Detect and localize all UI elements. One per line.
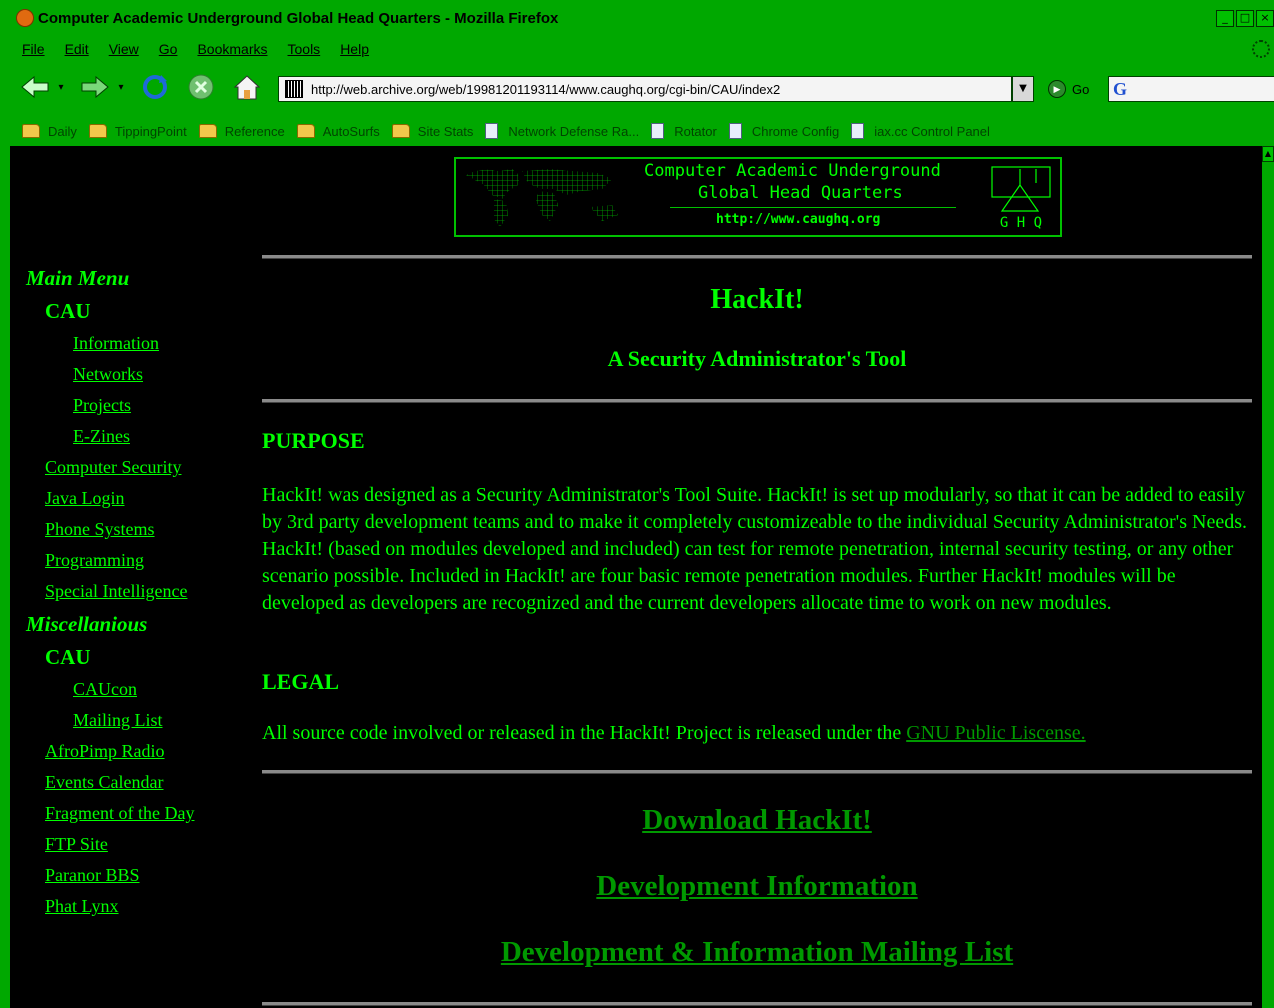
folder-icon [198, 124, 217, 138]
banner-line2: Global Head Quarters [698, 183, 903, 203]
banner-line1: Computer Academic Underground [644, 161, 941, 181]
menu-bookmarks[interactable]: Bookmarks [197, 41, 267, 57]
nav-heading-miscellanious: Miscellanious [26, 612, 148, 636]
nav-link-ezines[interactable]: E-Zines [73, 426, 130, 447]
menu-bar: File Edit View Go Bookmarks Tools Help [0, 36, 1274, 62]
bookmark-network-defense[interactable]: Network Defense Ra... [485, 123, 639, 139]
gnu-license-link[interactable]: GNU Public Liscense. [906, 722, 1085, 744]
back-dropdown-icon[interactable]: ▾ [54, 74, 68, 100]
bookmark-autosurfs[interactable]: AutoSurfs [296, 124, 380, 139]
bookmark-chrome-config[interactable]: Chrome Config [728, 123, 839, 139]
nav-link-mailing-list[interactable]: Mailing List [73, 710, 163, 731]
menu-help[interactable]: Help [340, 41, 369, 57]
folder-icon [88, 124, 107, 138]
divider [262, 255, 1252, 259]
url-input[interactable] [311, 81, 1001, 97]
maximize-button[interactable]: □ [1236, 10, 1254, 27]
ghq-logo-icon: G H Q [991, 166, 1051, 229]
nav-link-programming[interactable]: Programming [45, 550, 144, 571]
download-hackit-link[interactable]: Download HackIt! [642, 804, 872, 836]
vertical-scrollbar[interactable]: ▲ [1262, 146, 1274, 1008]
nav-link-phat-lynx[interactable]: Phat Lynx [45, 896, 119, 917]
go-button[interactable]: ▶ Go [1048, 80, 1089, 98]
go-arrow-icon: ▶ [1048, 80, 1066, 98]
nav-link-java-login[interactable]: Java Login [45, 488, 124, 509]
menu-edit[interactable]: Edit [65, 41, 89, 57]
purpose-heading: PURPOSE [262, 428, 365, 453]
page-icon [485, 123, 499, 139]
nav-link-paranor-bbs[interactable]: Paranor BBS [45, 865, 140, 886]
nav-link-phone-systems[interactable]: Phone Systems [45, 519, 155, 540]
search-box[interactable]: G [1108, 76, 1274, 102]
divider [262, 399, 1252, 403]
nav-subheading-cau: CAU [45, 299, 91, 323]
home-icon[interactable] [232, 74, 262, 100]
minimize-button[interactable]: _ [1216, 10, 1234, 27]
back-arrow-icon[interactable] [20, 74, 50, 100]
menu-go[interactable]: Go [159, 41, 178, 57]
nav-subheading-cau-2: CAU [45, 645, 91, 669]
nav-link-afropimp-radio[interactable]: AfroPimp Radio [45, 741, 165, 762]
nav-link-projects[interactable]: Projects [73, 395, 131, 416]
legal-text: All source code involved or released in … [262, 722, 1086, 744]
bookmark-daily[interactable]: Daily [22, 124, 77, 139]
title-bar: Computer Academic Underground Global Hea… [0, 0, 1274, 36]
go-label: Go [1072, 81, 1090, 97]
window-controls: _ □ × [1216, 10, 1274, 27]
site-banner: Computer Academic Underground Global Hea… [454, 157, 1062, 237]
divider [262, 1002, 1252, 1006]
page-icon [851, 123, 865, 139]
page-title: HackIt! [710, 284, 804, 315]
site-favicon-icon [285, 80, 303, 98]
bookmark-tippingpoint[interactable]: TippingPoint [88, 124, 187, 139]
purpose-text: HackIt! was designed as a Security Admin… [262, 484, 1248, 614]
window-title: Computer Academic Underground Global Hea… [38, 9, 559, 27]
nav-link-networks[interactable]: Networks [73, 364, 143, 385]
reload-icon[interactable] [140, 74, 170, 100]
menu-file[interactable]: File [22, 41, 45, 57]
bookmarks-toolbar: Daily TippingPoint Reference AutoSurfs S… [0, 116, 1274, 146]
bookmark-rotator[interactable]: Rotator [651, 123, 717, 139]
page-viewport: Computer Academic Underground Global Hea… [10, 146, 1262, 1008]
bookmark-reference[interactable]: Reference [198, 124, 285, 139]
page-subtitle: A Security Administrator's Tool [607, 346, 907, 371]
nav-heading-main-menu: Main Menu [26, 266, 130, 290]
nav-link-fragment-of-the-day[interactable]: Fragment of the Day [45, 803, 194, 824]
nav-link-special-intelligence[interactable]: Special Intelligence [45, 581, 187, 602]
divider [262, 770, 1252, 774]
url-bar[interactable] [278, 76, 1012, 102]
close-button[interactable]: × [1256, 10, 1274, 27]
stop-icon[interactable] [186, 74, 216, 100]
forward-dropdown-icon[interactable]: ▾ [114, 74, 128, 100]
forward-arrow-icon[interactable] [80, 74, 110, 100]
folder-icon [391, 124, 410, 138]
page-icon [728, 123, 742, 139]
url-dropdown-icon[interactable]: ▼ [1012, 76, 1034, 102]
bookmark-site-stats[interactable]: Site Stats [391, 124, 473, 139]
world-map-icon [466, 169, 618, 227]
google-icon[interactable]: G [1113, 79, 1127, 99]
folder-icon [296, 124, 315, 138]
mailing-list-link[interactable]: Development & Information Mailing List [501, 936, 1013, 968]
banner-divider [670, 207, 956, 208]
development-information-link[interactable]: Development Information [596, 870, 917, 902]
page-icon [651, 123, 665, 139]
legal-heading: LEGAL [262, 669, 340, 694]
ghq-logo-text: G H Q [1000, 215, 1042, 229]
throbber-icon [1252, 40, 1270, 58]
menu-view[interactable]: View [109, 41, 139, 57]
nav-link-ftp-site[interactable]: FTP Site [45, 834, 108, 855]
scroll-up-arrow-icon[interactable]: ▲ [1262, 146, 1274, 162]
firefox-icon [16, 9, 34, 27]
nav-link-events-calendar[interactable]: Events Calendar [45, 772, 163, 793]
menu-tools[interactable]: Tools [288, 41, 321, 57]
folder-icon [22, 124, 40, 138]
bookmark-iax-control-panel[interactable]: iax.cc Control Panel [851, 123, 990, 139]
nav-link-information[interactable]: Information [73, 333, 159, 354]
banner-url: http://www.caughq.org [716, 212, 881, 227]
nav-link-caucon[interactable]: CAUcon [73, 679, 137, 700]
window-left-edge [0, 146, 10, 1008]
nav-link-computer-security[interactable]: Computer Security [45, 457, 181, 478]
